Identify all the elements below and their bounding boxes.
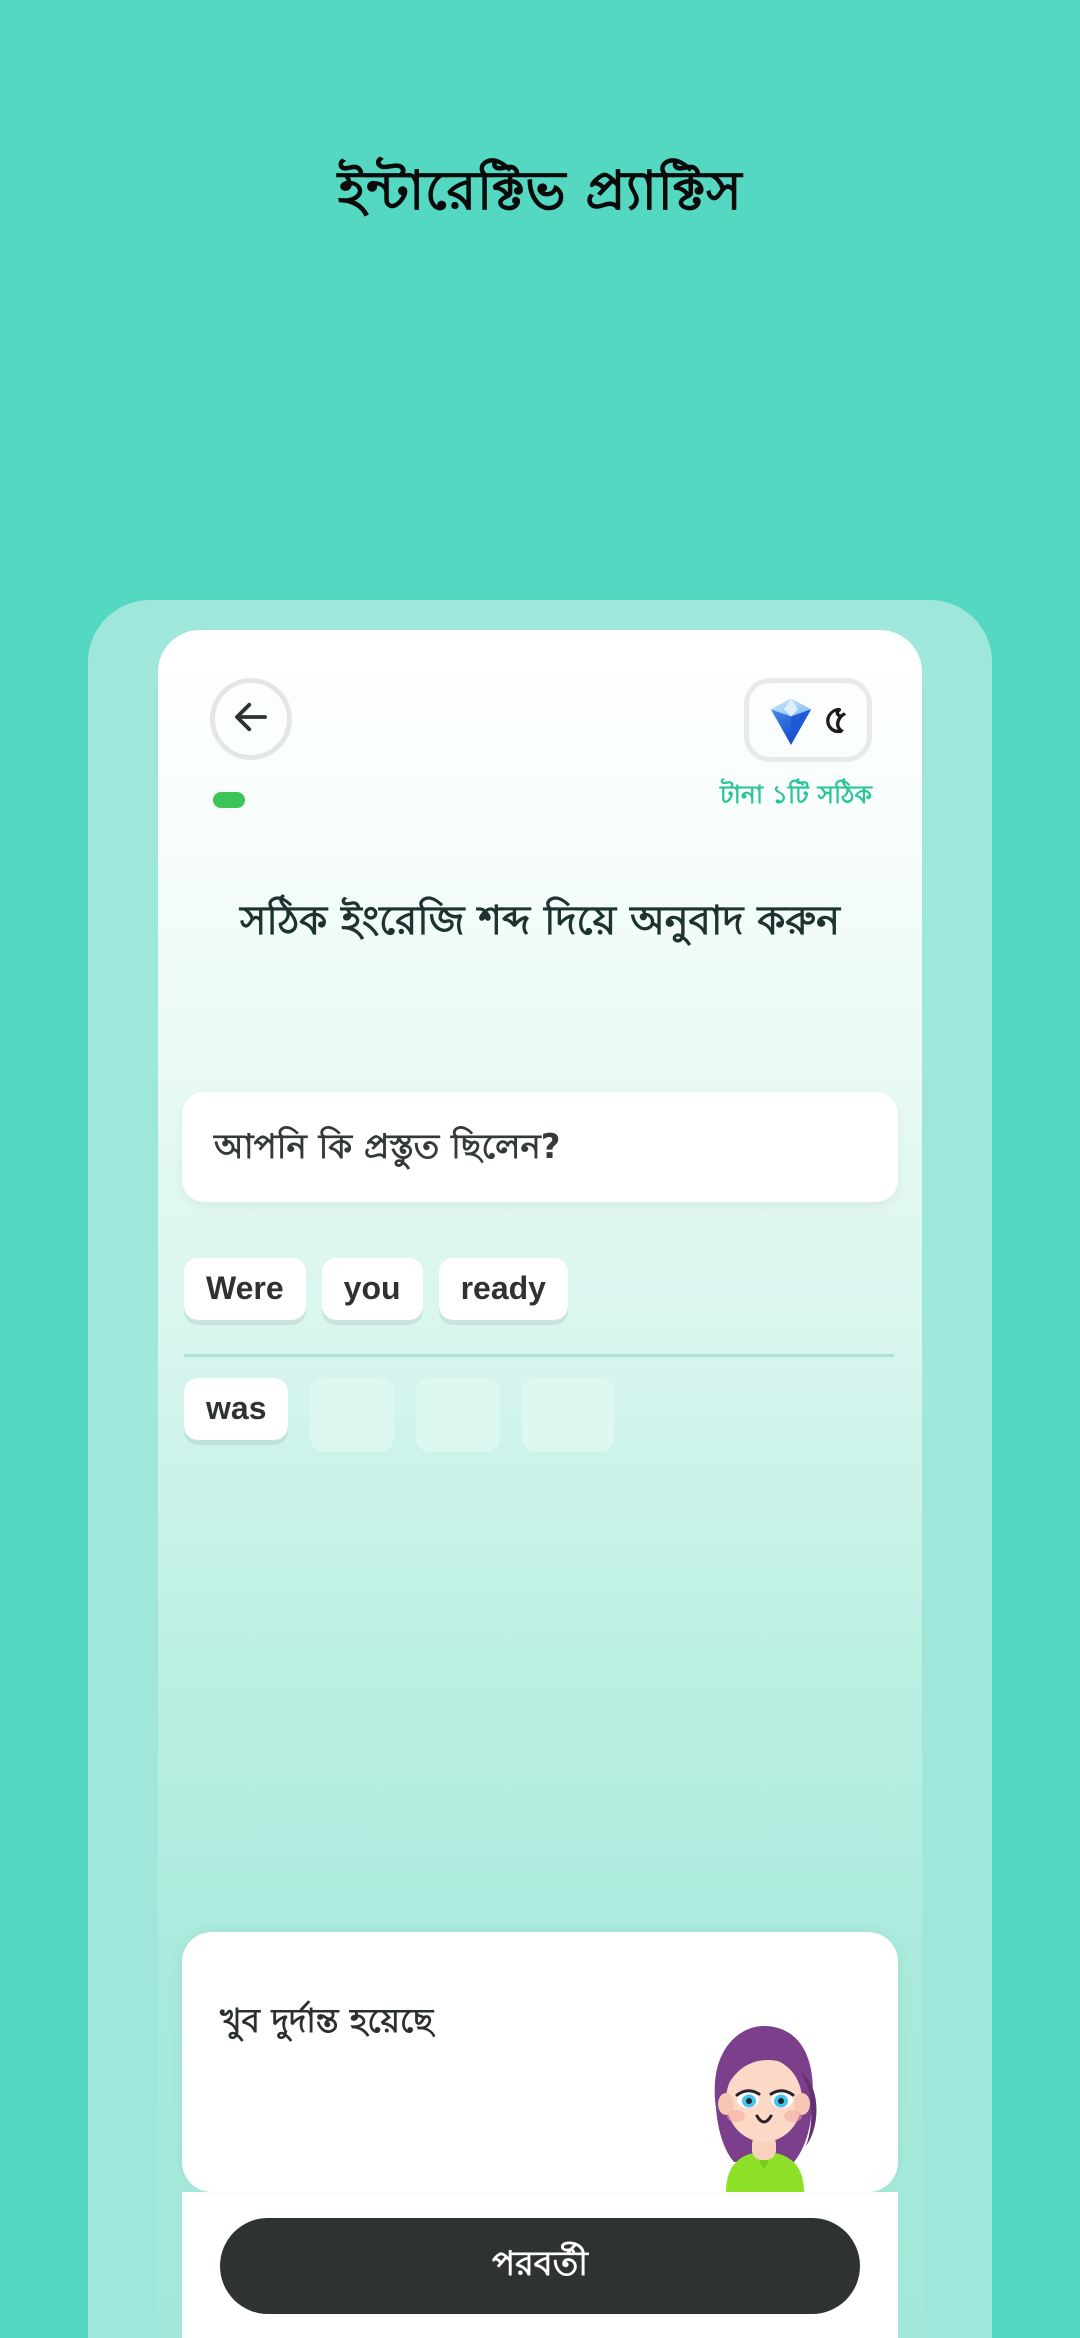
diamond-gem-icon <box>767 694 815 746</box>
arrow-left-icon <box>230 696 272 743</box>
streak-label: টানা ১টি সঠিক <box>720 780 872 809</box>
phone-screen: ৫ টানা ১টি সঠিক সঠিক ইংরেজি শব্দ দিয়ে অ… <box>158 630 922 2338</box>
empty-word-slot[interactable] <box>416 1378 501 1452</box>
selected-word-chip[interactable]: you <box>321 1258 423 1320</box>
next-button[interactable]: পরবর্তী <box>220 2218 860 2314</box>
back-button[interactable] <box>210 678 292 760</box>
answer-area[interactable]: Were you ready <box>184 1258 896 1340</box>
gem-count-label: ৫ <box>823 697 849 743</box>
word-bank-chip[interactable]: was <box>184 1378 289 1440</box>
feedback-message: খুব দুর্দান্ত হয়েছে <box>220 2001 434 2040</box>
page-title: ইন্টারেক্টিভ প্র্যাক্টিস <box>337 159 743 222</box>
girl-avatar-icon <box>710 2012 870 2192</box>
answer-divider <box>184 1354 894 1357</box>
empty-word-slot[interactable] <box>522 1378 615 1452</box>
exercise-prompt: সঠিক ইংরেজি শব্দ দিয়ে অনুবাদ করুন <box>240 898 840 944</box>
source-sentence-card: আপনি কি প্রস্তুত ছিলেন? <box>182 1092 898 1202</box>
source-sentence-text: আপনি কি প্রস্তুত ছিলেন? <box>214 1126 561 1167</box>
app-topbar: ৫ <box>158 678 922 778</box>
selected-word-chip[interactable]: Were <box>184 1258 306 1320</box>
word-bank-area[interactable]: was <box>184 1378 896 1452</box>
selected-word-chip[interactable]: ready <box>438 1258 568 1320</box>
feedback-card: খুব দুর্দান্ত হয়েছে <box>182 1932 898 2192</box>
lesson-progress-fill <box>213 792 245 808</box>
empty-word-slot[interactable] <box>310 1378 395 1452</box>
gem-balance-badge[interactable]: ৫ <box>744 678 872 762</box>
